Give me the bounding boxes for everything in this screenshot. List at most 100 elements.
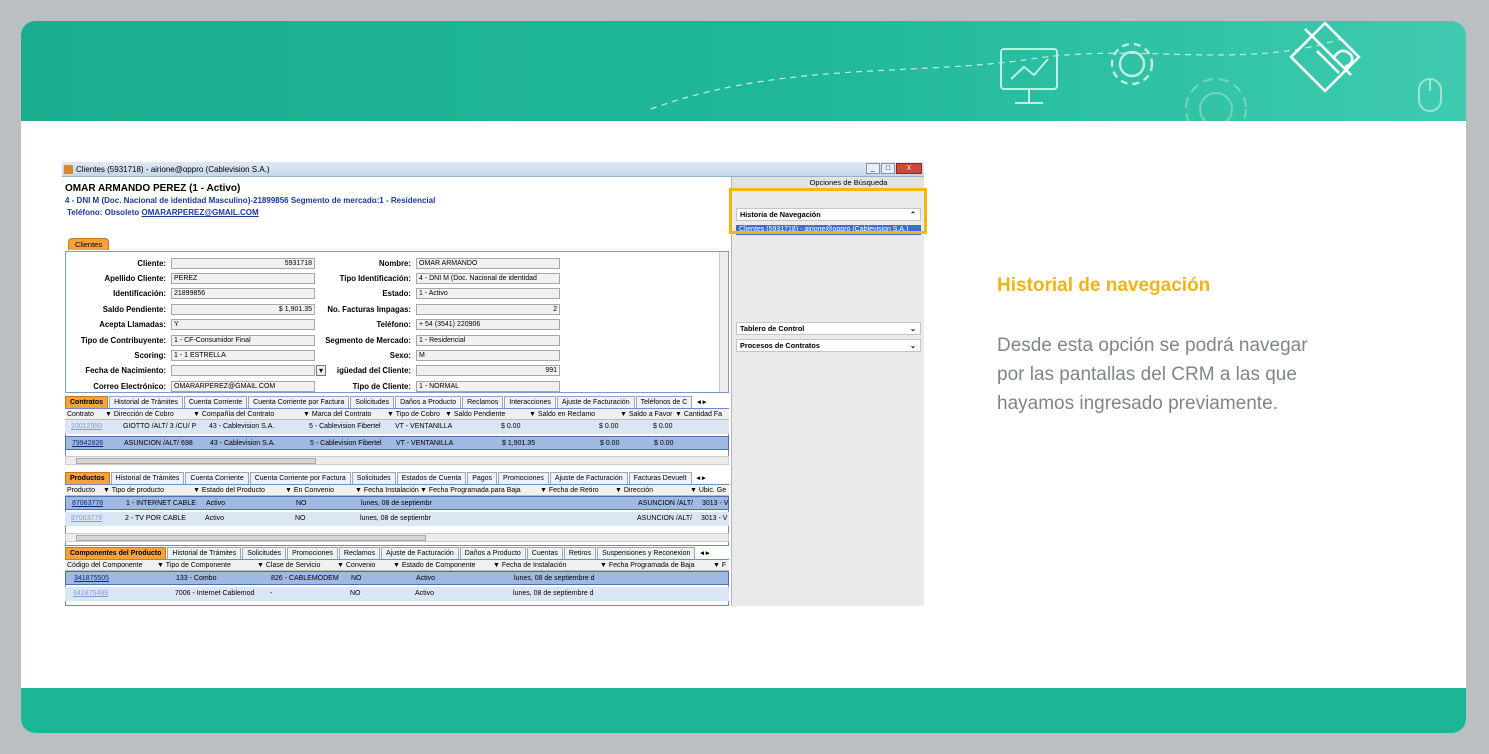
client-left-label: Tipo de Contribuyente: bbox=[80, 335, 166, 345]
right-options-panel: Opciones de Búsqueda Historia de Navegac… bbox=[731, 177, 924, 606]
client-left-field[interactable]: 1 - CF-Consumidor Final bbox=[171, 334, 315, 346]
client-left-field[interactable] bbox=[171, 365, 315, 377]
producto-cell: lunes, 08 de septiembr bbox=[360, 515, 431, 522]
componentes-grid-header: Código del Componente ▼ Tipo de Component… bbox=[65, 560, 729, 571]
grid-column-header[interactable]: ▼ Dirección de Cobro bbox=[105, 409, 174, 419]
producto-id-link[interactable]: 87063779 bbox=[71, 512, 102, 526]
grid-column-header[interactable]: ▼ Saldo Pendiente bbox=[445, 409, 505, 419]
producto-id-link[interactable]: 87063778 bbox=[72, 497, 103, 509]
client-right-row: Tipo de Cliente: 1 - NORMAL bbox=[311, 380, 560, 392]
client-left-field[interactable]: Y bbox=[171, 319, 315, 331]
contrato-cell: $ 0.00 bbox=[600, 440, 620, 447]
producto-cell: 1 - INTERNET CABLE bbox=[126, 500, 196, 507]
grid-column-header[interactable]: Código del Componente bbox=[67, 560, 143, 570]
client-left-field[interactable]: OMARARPEREZ@GMAIL.COM bbox=[171, 380, 315, 392]
client-left-field[interactable]: 1 - 1 ESTRELLA bbox=[171, 349, 315, 361]
client-left-field[interactable]: PEREZ bbox=[171, 272, 315, 284]
client-right-row: Estado: 1 - Activo bbox=[311, 288, 560, 300]
grid-column-header[interactable]: ▼ Clase de Servicio bbox=[257, 560, 320, 570]
grid-column-header[interactable]: ▼ Estado de Componente bbox=[393, 560, 475, 570]
componente-id-link[interactable]: 341875505 bbox=[74, 572, 109, 584]
grid-column-header[interactable]: ▼ En Convenio bbox=[285, 485, 334, 495]
componente-row[interactable]: 341875499 7006 - Internet Cablemod - NO Acti… bbox=[65, 587, 729, 601]
form-vertical-scrollbar[interactable] bbox=[719, 252, 728, 392]
window-controls: _ □ X bbox=[866, 163, 922, 174]
grid-column-header[interactable]: ▼ Marca del Contrato bbox=[303, 409, 371, 419]
customer-email-link[interactable]: OMARARPEREZ@GMAIL.COM bbox=[142, 208, 259, 217]
client-right-label: Tipo de Cliente: bbox=[352, 381, 411, 391]
chevron-down-icon[interactable]: ⌄ bbox=[910, 340, 916, 352]
grid-column-header[interactable]: ▼ Saldo en Reclamo bbox=[529, 409, 595, 419]
grid-column-header[interactable]: ▼ Fecha Instalación bbox=[355, 485, 419, 495]
section-description: Desde esta opción se podrá navegar por l… bbox=[997, 331, 1377, 418]
tablero-section-header[interactable]: Tablero de Control ⌄ bbox=[736, 322, 921, 335]
client-right-field[interactable]: 2 bbox=[416, 303, 560, 315]
productos-grid-header: Producto ▼ Tipo de producto ▼ Estado del P… bbox=[65, 485, 729, 496]
componente-row[interactable]: 341875505 133 - Combo 826 - CABLEMODEM NO Ac… bbox=[65, 571, 729, 585]
grid-column-header[interactable]: ▼ Compañía del Contrato bbox=[193, 409, 274, 419]
contrato-cell: $ 0.00 bbox=[653, 423, 673, 430]
producto-row[interactable]: 87063778 1 - INTERNET CABLE Activo NO lunes,… bbox=[65, 496, 729, 510]
grid-column-header[interactable]: Contrato bbox=[67, 409, 94, 419]
procesos-section-title: Procesos de Contratos bbox=[740, 341, 820, 350]
scroll-thumb[interactable] bbox=[76, 535, 426, 541]
grid-column-header[interactable]: ▼ Tipo de Cobro bbox=[387, 409, 440, 419]
client-left-field[interactable]: 5931718 bbox=[171, 257, 315, 269]
productos-hscrollbar[interactable] bbox=[65, 533, 729, 542]
chevron-down-icon[interactable]: ⌄ bbox=[910, 323, 916, 335]
client-left-field[interactable]: 21899856 bbox=[171, 288, 315, 300]
grid-column-header[interactable]: ▼ Dirección bbox=[615, 485, 653, 495]
grid-column-header[interactable]: ▼ Convenio bbox=[337, 560, 375, 570]
client-right-field[interactable]: 991 bbox=[416, 365, 560, 377]
grid-column-header[interactable]: ▼ Fecha Programada de Baja bbox=[600, 560, 694, 570]
client-right-row: Sexo: M bbox=[311, 349, 560, 361]
componente-cell: NO bbox=[350, 590, 361, 597]
client-left-field[interactable]: $ 1,901.35 bbox=[171, 303, 315, 315]
client-left-row: Tipo de Contribuyente: 1 - CF-Consumidor … bbox=[66, 334, 315, 346]
client-right-field[interactable]: 1 - Residencial bbox=[416, 334, 560, 346]
grid-column-header[interactable]: ▼ Fecha de Retiro bbox=[540, 485, 599, 495]
contrato-id-link[interactable]: 10012950 bbox=[71, 420, 102, 434]
client-right-field[interactable]: + 54 (3541) 220906 bbox=[416, 319, 560, 331]
componente-id-link[interactable]: 341875499 bbox=[73, 587, 108, 601]
grid-column-header[interactable]: ▼ Tipo de producto bbox=[103, 485, 164, 495]
maximize-button[interactable]: □ bbox=[881, 163, 895, 174]
client-right-field[interactable]: OMAR ARMANDO bbox=[416, 257, 560, 269]
producto-row[interactable]: 87063779 2 - TV POR CABLE Activo NO lunes, 0… bbox=[65, 512, 729, 526]
grid-column-header[interactable]: ▼ Ubic. Ge bbox=[690, 485, 726, 495]
client-right-label: Tipo Identificación: bbox=[339, 273, 411, 283]
close-button[interactable]: X bbox=[896, 163, 922, 174]
grid-column-header[interactable]: ▼ Fecha de Instalación bbox=[493, 560, 566, 570]
grid-column-header[interactable]: ▼ Cantidad Fa bbox=[675, 409, 722, 419]
procesos-section-header[interactable]: Procesos de Contratos ⌄ bbox=[736, 339, 921, 352]
scroll-thumb[interactable] bbox=[76, 458, 316, 464]
client-right-field[interactable]: 1 - Activo bbox=[416, 288, 560, 300]
client-right-field[interactable]: 1 - NORMAL bbox=[416, 380, 560, 392]
grid-column-header[interactable]: ▼ Fecha Programada para Baja bbox=[420, 485, 521, 495]
contrato-row[interactable]: 10012950 GIOTTO /ALT/ 3 /CU/ P 43 - Cablev… bbox=[65, 420, 729, 434]
client-form: Cliente: 5931718 Apellido Cliente: PEREZ Ide… bbox=[65, 251, 729, 393]
footer-banner bbox=[21, 688, 1466, 733]
client-left-row: Acepta Llamadas: Y bbox=[66, 319, 315, 331]
contrato-id-link[interactable]: 79942826 bbox=[72, 437, 103, 449]
client-right-field[interactable]: 4 - DNI M (Doc. Nacional de identidad bbox=[416, 272, 560, 284]
client-left-row: Scoring: 1 - 1 ESTRELLA bbox=[66, 349, 315, 361]
grid-column-header[interactable]: ▼ Tipo de Componente bbox=[157, 560, 231, 570]
customer-document: 4 - DNI M (Doc. Nacional de identidad Ma… bbox=[65, 196, 436, 205]
minimize-button[interactable]: _ bbox=[866, 163, 880, 174]
grid-column-header[interactable]: ▼ Saldo a Favor bbox=[620, 409, 672, 419]
client-right-field[interactable]: M bbox=[416, 349, 560, 361]
client-left-row: Saldo Pendiente: $ 1,901.35 bbox=[66, 303, 315, 315]
client-left-label: Fecha de Nacimiento: bbox=[85, 366, 166, 376]
header-decoration bbox=[650, 21, 1442, 121]
producto-cell: Activo bbox=[205, 515, 225, 522]
client-left-label: Scoring: bbox=[134, 350, 166, 360]
contrato-row[interactable]: 79942826 ASUNCION /ALT/ 698 43 - Cablevisi… bbox=[65, 436, 729, 450]
tab-clientes[interactable]: Clientes bbox=[68, 238, 110, 250]
grid-column-header[interactable]: Producto bbox=[67, 485, 95, 495]
grid-column-header[interactable]: ▼ F bbox=[713, 560, 726, 570]
contratos-hscrollbar[interactable] bbox=[65, 456, 729, 465]
description-line: Desde esta opción se podrá navegar bbox=[997, 335, 1308, 356]
grid-column-header[interactable]: ▼ Estado del Producto bbox=[193, 485, 265, 495]
client-left-label: Acepta Llamadas: bbox=[99, 320, 166, 330]
